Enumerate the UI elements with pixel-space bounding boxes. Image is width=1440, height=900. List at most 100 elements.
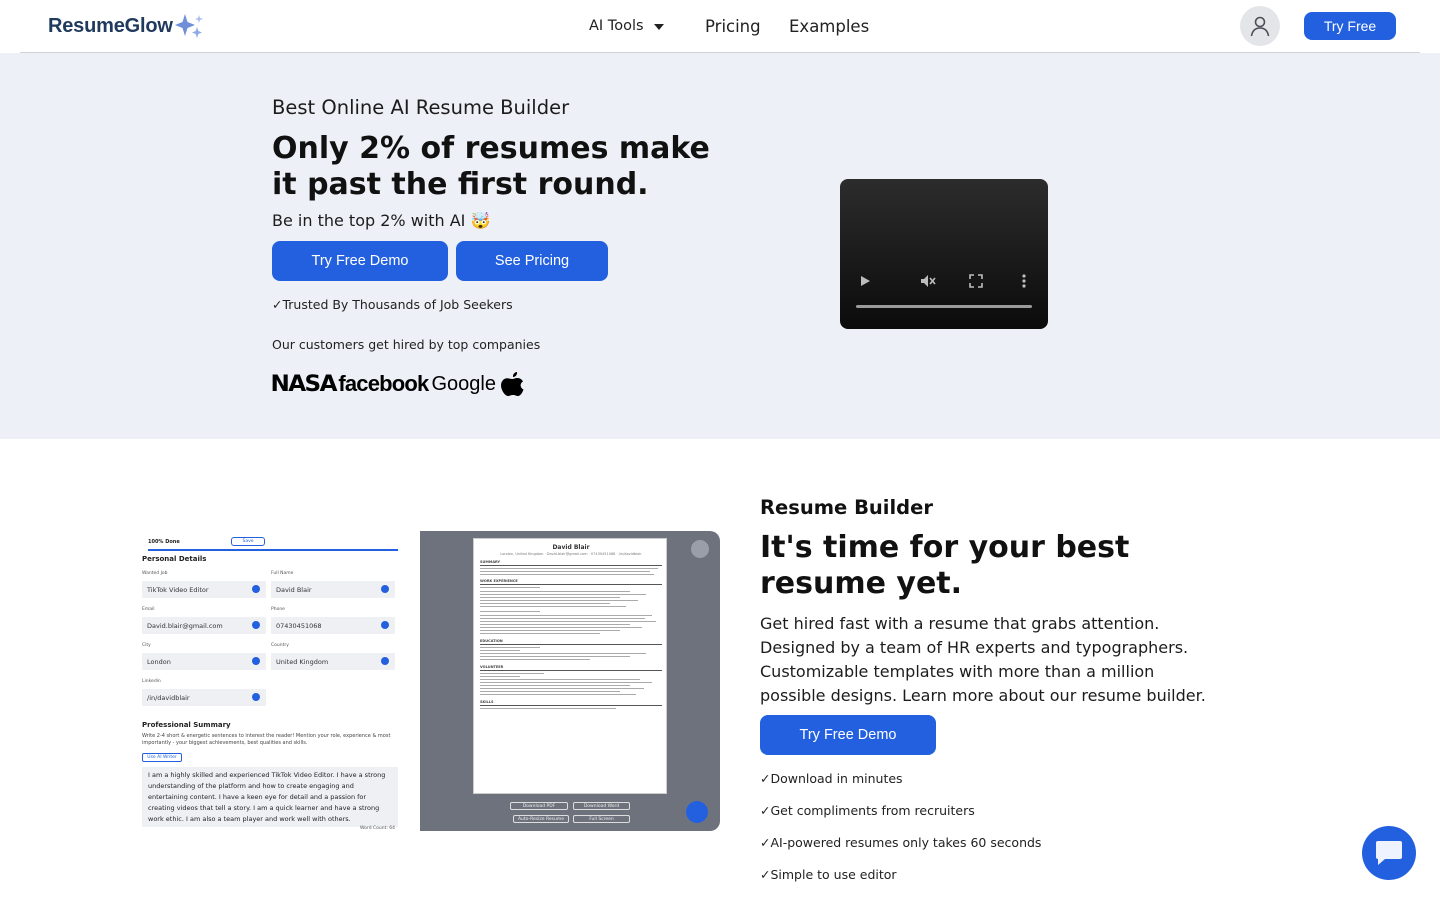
field-label: Email: [142, 607, 155, 612]
google-logo: Google: [431, 372, 497, 395]
account-button[interactable]: [1240, 6, 1280, 46]
play-icon[interactable]: [858, 273, 872, 289]
resume-text-line: [480, 688, 644, 690]
resume-divider: [480, 644, 662, 645]
resume-builder-screenshot: 100% Done Save Personal Details Wanted J…: [120, 531, 720, 831]
feature-item: ✓Get compliments from recruiters: [760, 803, 975, 818]
hero-eyebrow: Best Online AI Resume Builder: [272, 96, 570, 119]
more-vertical-icon[interactable]: [1020, 273, 1028, 289]
field-label: Phone: [271, 607, 285, 612]
field-text: London: [147, 657, 171, 666]
summary-heading: Professional Summary: [142, 721, 231, 729]
user-icon: [1250, 16, 1270, 37]
resume-divider: [480, 565, 662, 566]
resume-text-line: [480, 650, 520, 652]
resume-text-line: [480, 591, 630, 593]
field-text: David Blair: [276, 585, 312, 594]
field-text: TikTok Video Editor: [147, 585, 209, 594]
field-text: United Kingdom: [276, 657, 329, 666]
ai-writer-button: Use AI Writer: [142, 753, 182, 762]
resume-text-line: [480, 633, 600, 635]
customers-text: Our customers get hired by top companies: [272, 337, 541, 352]
hero-try-demo-button[interactable]: Try Free Demo: [272, 241, 448, 281]
field-label: Full Name: [271, 571, 294, 576]
field-text: /in/davidblair: [147, 693, 190, 702]
resume-section-heading: WORK EXPERIENCE: [480, 579, 518, 583]
resume-text-line: [480, 694, 636, 696]
resume-name: David Blair: [552, 544, 590, 551]
resume-text-line: [480, 659, 590, 661]
logo[interactable]: ResumeGlow: [48, 13, 205, 39]
chevron-down-icon: [653, 24, 664, 30]
check-icon: [252, 657, 260, 665]
resume-text-line: [480, 630, 620, 632]
feature-item: ✓Download in minutes: [760, 771, 903, 786]
resume-text-line: [480, 679, 640, 681]
save-button: Save: [231, 537, 265, 546]
resume-text-line: [480, 618, 645, 620]
field-value: London: [142, 653, 266, 670]
resume-divider: [480, 584, 662, 585]
hero-section: Best Online AI Resume Builder Only 2% of…: [0, 53, 1440, 439]
check-icon: [381, 657, 389, 665]
demo-video-player[interactable]: [840, 179, 1048, 329]
nav-pricing[interactable]: Pricing: [705, 0, 761, 52]
field-value: /in/davidblair: [142, 689, 266, 706]
resume-section-heading: EDUCATION: [480, 639, 503, 643]
resume-text-line: [480, 597, 620, 599]
feature-item: ✓Simple to use editor: [760, 867, 897, 882]
resume-text-line: [480, 621, 656, 623]
resume-text-line: [480, 624, 630, 626]
field-value: David Blair: [271, 581, 395, 598]
download-word-button: Download Word: [573, 802, 630, 810]
resume-text-line: [480, 682, 652, 684]
field-label: Country: [271, 643, 289, 648]
resume-section-heading: SUMMARY: [480, 560, 501, 564]
resume-contact: London, United Kingdom · David.blair@gma…: [500, 552, 642, 556]
builder-eyebrow: Resume Builder: [760, 496, 933, 519]
field-label: Wanted Job: [142, 571, 168, 576]
builder-try-demo-button[interactable]: Try Free Demo: [760, 715, 936, 755]
progress-bar: [148, 549, 398, 551]
check-icon: [381, 621, 389, 629]
field-text: 07430451068: [276, 621, 322, 630]
fullscreen-icon[interactable]: [968, 273, 984, 289]
hero-subtitle: Be in the top 2% with AI 🤯: [272, 211, 491, 230]
chat-icon: [1376, 841, 1402, 865]
mute-icon[interactable]: [919, 273, 937, 289]
hero-title: Only 2% of resumes make it past the firs…: [272, 131, 710, 202]
chat-icon: [686, 801, 708, 823]
builder-title: It's time for your best resume yet.: [760, 530, 1130, 601]
resume-text-line: [480, 594, 646, 596]
resume-text-line: [480, 587, 540, 589]
hero-see-pricing-button[interactable]: See Pricing: [456, 241, 608, 281]
resume-text-line: [480, 647, 540, 649]
builder-body: Get hired fast with a resume that grabs …: [760, 614, 1206, 705]
resume-section-heading: SKILLS: [480, 700, 494, 704]
resume-text-line: [480, 606, 626, 608]
editor-panel: 100% Done Save Personal Details Wanted J…: [120, 531, 420, 831]
try-free-button[interactable]: Try Free: [1304, 12, 1396, 40]
resume-text-line: [480, 574, 654, 576]
nav-examples[interactable]: Examples: [789, 0, 869, 52]
personal-details-heading: Personal Details: [142, 555, 207, 563]
resume-page: David Blair London, United Kingdom · Dav…: [473, 538, 667, 794]
resume-preview-panel: David Blair London, United Kingdom · Dav…: [420, 531, 720, 831]
video-progress-bar[interactable]: [856, 305, 1032, 308]
resume-text-line: [480, 603, 610, 605]
resume-text-line: [480, 600, 638, 602]
resume-text-line: [480, 673, 544, 675]
chat-widget-button[interactable]: [1362, 826, 1416, 880]
resume-text-line: [480, 676, 520, 678]
field-value: 07430451068: [271, 617, 395, 634]
summary-textarea: I am a highly skilled and experienced Ti…: [142, 767, 398, 827]
feature-item: ✓AI-powered resumes only takes 60 second…: [760, 835, 1042, 850]
company-logos: NASA facebook Google: [270, 367, 527, 401]
resume-text-line: [480, 571, 650, 573]
word-count: Word Count: 64: [360, 826, 396, 831]
sparkle-icon: [174, 14, 203, 38]
field-value: TikTok Video Editor: [142, 581, 266, 598]
field-label: Linkedin: [142, 679, 161, 684]
site-header: ResumeGlow AI Tools Pricing Examples Try…: [0, 0, 1440, 52]
nav-ai-tools[interactable]: AI Tools: [589, 0, 664, 52]
